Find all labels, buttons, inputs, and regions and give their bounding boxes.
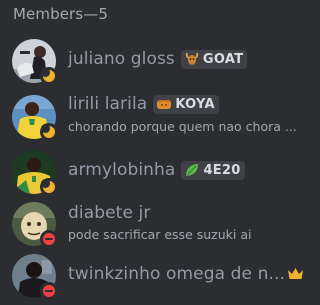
name-row: armylobinha 4E20 [68,160,245,180]
avatar-wrap [12,202,58,248]
status-idle-icon [40,178,58,196]
status-idle-icon [40,67,58,85]
avatar-wrap [12,95,58,141]
member-list-header: Members—5 [13,5,108,23]
server-tag[interactable]: KOYA [153,94,219,114]
member-row-lirili-larila[interactable]: lirili larila KOYA chorando porque quem … [0,91,319,143]
server-tag[interactable]: 4E20 [181,160,245,180]
member-row-twinkzinho[interactable]: twinkzinho omega de n... [0,250,319,302]
member-name: diabete jr [68,203,151,223]
custom-status: chorando porque quem nao chora ... [68,119,297,134]
server-tag-text: 4E20 [203,162,241,178]
member-name: lirili larila [68,94,148,114]
server-tag-text: KOYA [175,96,215,112]
bread-icon [157,99,172,109]
custom-status: pode sacrificar esse suzuki ai [68,227,252,242]
member-row-juliano-gloss[interactable]: juliano gloss GOAT [0,35,319,87]
crown-icon [288,268,303,279]
goat-icon [185,52,199,67]
avatar-wrap [12,150,58,196]
member-name: juliano gloss [68,49,175,69]
leaf-icon [186,164,199,176]
status-dnd-icon [40,230,58,248]
status-dnd-icon [40,282,58,300]
member-name: twinkzinho omega de n... [68,264,285,284]
member-name: armylobinha [68,160,176,180]
server-tag-text: GOAT [202,51,244,67]
server-tag[interactable]: GOAT [180,49,248,69]
name-row: twinkzinho omega de n... [68,264,285,284]
name-row: lirili larila KOYA [68,94,219,114]
member-row-diabete-jr[interactable]: diabete jr pode sacrificar esse suzuki a… [0,198,319,250]
member-list: Members—5 juliano gloss GOAT lirili lari… [0,0,319,305]
status-idle-icon [40,123,58,141]
member-row-armylobinha[interactable]: armylobinha 4E20 [0,146,319,198]
avatar-wrap [12,39,58,85]
avatar-wrap [12,254,58,300]
name-row: juliano gloss GOAT [68,49,248,69]
name-row: diabete jr [68,203,150,223]
